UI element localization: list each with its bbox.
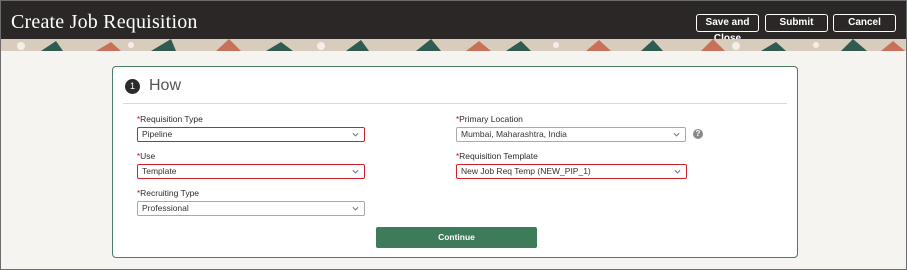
chevron-down-icon xyxy=(674,169,681,174)
chevron-down-icon xyxy=(352,132,359,137)
requisition-type-select[interactable]: Pipeline xyxy=(137,127,365,142)
primary-location-label: *Primary Location xyxy=(456,114,523,124)
primary-location-value: Mumbai, Maharashtra, India xyxy=(461,129,567,139)
section-divider xyxy=(123,103,787,104)
chevron-down-icon xyxy=(673,132,680,137)
submit-button[interactable]: Submit xyxy=(765,14,828,32)
primary-location-select[interactable]: Mumbai, Maharashtra, India xyxy=(456,127,686,142)
section-title: How xyxy=(149,77,182,94)
continue-button[interactable]: Continue xyxy=(376,227,537,248)
requisition-type-label: *Requisition Type xyxy=(137,114,203,124)
requisition-template-value: New Job Req Temp (NEW_PIP_1) xyxy=(461,166,591,176)
recruiting-type-select[interactable]: Professional xyxy=(137,201,365,216)
save-and-close-button[interactable]: Save and Close xyxy=(696,14,759,44)
help-icon[interactable]: ? xyxy=(693,129,703,139)
recruiting-type-label: *Recruiting Type xyxy=(137,188,200,198)
use-value: Template xyxy=(142,166,177,176)
page-title: Create Job Requisition xyxy=(11,11,198,33)
step-number-badge: 1 xyxy=(125,79,140,94)
recruiting-type-value: Professional xyxy=(142,203,189,213)
use-label: *Use xyxy=(137,151,156,161)
app-frame: Create Job Requisition Save and Close Su… xyxy=(0,0,907,270)
how-section-card: 1 How *Requisition Type Pipeline *Use Te… xyxy=(112,66,798,258)
decorative-banner xyxy=(1,39,906,51)
requisition-template-select[interactable]: New Job Req Temp (NEW_PIP_1) xyxy=(456,164,687,179)
cancel-button[interactable]: Cancel xyxy=(833,14,896,32)
requisition-template-label: *Requisition Template xyxy=(456,151,538,161)
requisition-type-value: Pipeline xyxy=(142,129,173,139)
chevron-down-icon xyxy=(352,169,359,174)
chevron-down-icon xyxy=(352,206,359,211)
use-select[interactable]: Template xyxy=(137,164,365,179)
